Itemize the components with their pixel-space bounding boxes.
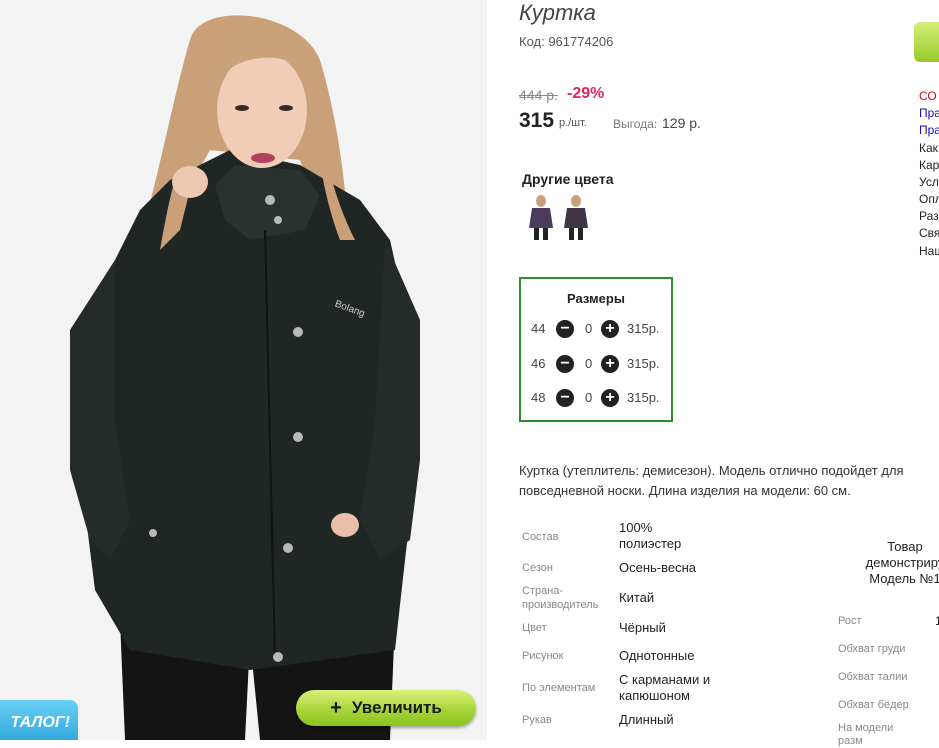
measurement-label: Обхват бёдер <box>838 699 909 711</box>
zoom-button-label: Увеличить <box>351 698 442 717</box>
plus-icon[interactable]: + <box>601 320 619 338</box>
side-link[interactable]: Раз <box>919 208 939 224</box>
plus-icon[interactable]: + <box>601 389 619 407</box>
side-link[interactable]: Усл <box>919 174 939 190</box>
attr-label: Страна- производитель <box>522 585 599 611</box>
size-price: 315р. <box>627 390 660 405</box>
plus-icon: + <box>330 696 342 719</box>
color-swatch[interactable] <box>526 194 556 242</box>
current-price: 315 <box>519 109 555 132</box>
color-swatch[interactable] <box>561 194 591 242</box>
catalog-tab[interactable]: ТАЛОГ! <box>0 700 78 740</box>
minus-icon[interactable]: − <box>556 389 574 407</box>
side-link[interactable]: Пра <box>919 122 939 138</box>
attr-label: Цвет <box>522 622 547 634</box>
discount-badge: -29% <box>567 85 605 102</box>
size-row: 46 − 0 + 315р. <box>531 354 671 374</box>
measurement-label: Рост <box>838 615 862 627</box>
product-title: Куртка <box>519 0 596 25</box>
side-link[interactable]: Пра <box>919 105 939 121</box>
size-quantity: 0 <box>585 356 593 371</box>
description-line: Куртка (утеплитель: демисезон). Модель о… <box>519 463 904 478</box>
attr-label: Сезон <box>522 562 553 574</box>
side-link[interactable]: Как <box>919 140 938 156</box>
attr-value: С карманами и капюшоном <box>619 672 711 703</box>
size-quantity: 0 <box>585 321 593 336</box>
measurement-value: 1 <box>935 614 939 628</box>
side-link[interactable]: СО <box>919 88 937 104</box>
purple-jacket-thumb-icon <box>529 195 553 240</box>
attr-label: Состав <box>522 531 559 543</box>
sizes-heading: Размеры <box>567 291 625 306</box>
attr-value: Осень-весна <box>619 560 697 575</box>
side-link[interactable]: Опл <box>919 191 939 207</box>
side-link[interactable]: Кар <box>919 157 939 173</box>
size-value: 44 <box>531 321 546 336</box>
attr-label: По элементам <box>522 682 596 694</box>
product-photo[interactable]: Bolang ТАЛОГ! + Увеличить <box>0 0 487 740</box>
model-jacket-illustration: Bolang <box>0 0 487 740</box>
size-row: 48 − 0 + 315р. <box>531 388 671 408</box>
add-to-cart-button[interactable] <box>914 22 939 62</box>
product-description: Куртка (утеплитель: демисезон). Модель о… <box>519 461 939 501</box>
size-quantity: 0 <box>585 390 593 405</box>
description-line: повседневной носки. Длина изделия на мод… <box>519 483 851 498</box>
attr-value: Длинный <box>619 712 674 727</box>
size-row: 44 − 0 + 315р. <box>531 319 671 339</box>
side-link[interactable]: Наш <box>919 243 939 259</box>
side-link[interactable]: Свя <box>919 225 939 241</box>
model-heading: Товар демонстриру Модель №1 <box>865 539 939 586</box>
dark-jacket-thumb-icon <box>564 195 588 240</box>
attr-value: 100% полиэстер <box>619 520 682 551</box>
size-price: 315р. <box>627 321 660 336</box>
old-price: 444 р. <box>519 87 558 103</box>
product-code: Код: 961774206 <box>519 34 614 49</box>
attr-label: Рисунок <box>522 650 564 662</box>
other-colors-heading: Другие цвета <box>522 171 614 187</box>
savings-label: Выгода: <box>613 117 658 131</box>
price-unit: р./шт. <box>559 117 587 129</box>
attr-label: Рукав <box>522 714 552 726</box>
catalog-tab-label: ТАЛОГ! <box>10 714 71 731</box>
plus-icon[interactable]: + <box>601 355 619 373</box>
size-value: 46 <box>531 356 546 371</box>
attr-value: Чёрный <box>619 620 666 635</box>
minus-icon[interactable]: − <box>556 355 574 373</box>
attr-value: Однотонные <box>619 648 695 663</box>
zoom-button[interactable]: + Увеличить <box>296 690 476 726</box>
savings-value: 129 р. <box>662 115 701 131</box>
size-value: 48 <box>531 390 546 405</box>
attr-value: Китай <box>619 590 655 605</box>
measurement-label: Обхват груди <box>838 643 906 655</box>
minus-icon[interactable]: − <box>556 320 574 338</box>
measurement-label: Обхват талии <box>838 671 908 683</box>
measurement-label: На модели разм <box>838 722 894 747</box>
size-price: 315р. <box>627 356 660 371</box>
sizes-box: Размеры 44 − 0 + 315р. 46 − 0 + 315р. 48… <box>519 277 673 422</box>
